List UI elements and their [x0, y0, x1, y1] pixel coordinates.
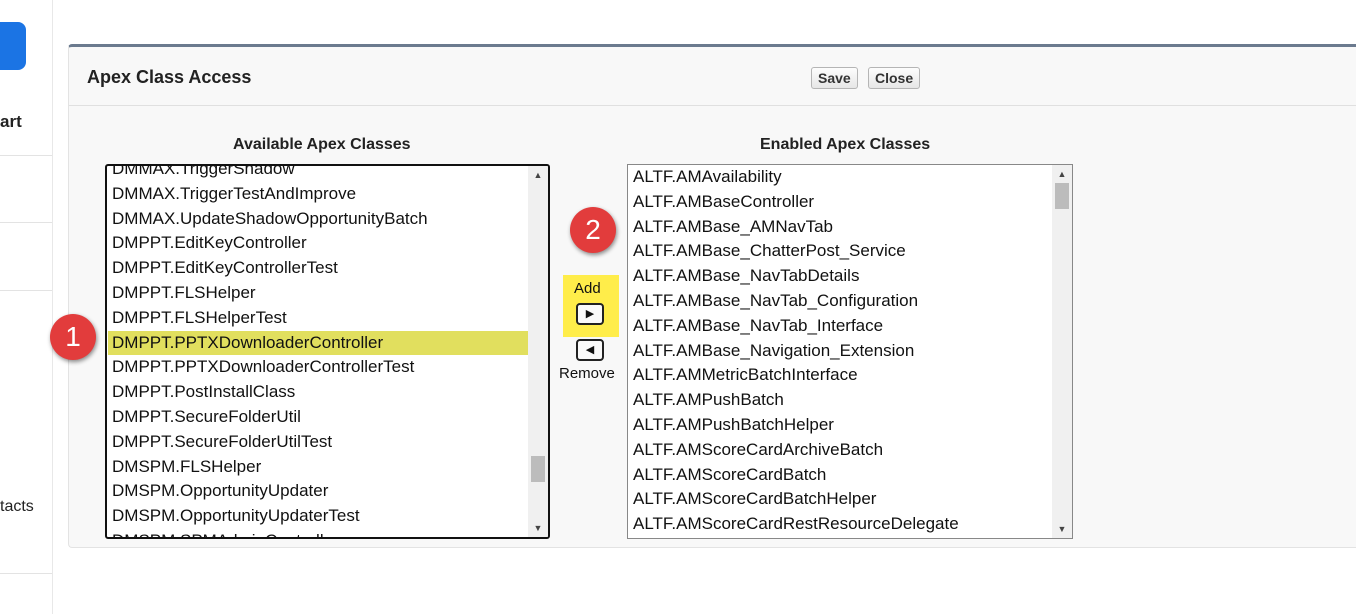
scroll-thumb[interactable] — [1055, 183, 1069, 209]
available-classes-listbox[interactable]: DMMAX.TriggerShadow DMMAX.TriggerTestAndI… — [105, 164, 550, 539]
list-option[interactable]: DMPPT.PPTXDownloaderController — [108, 330, 532, 356]
scroll-down-icon[interactable]: ▼ — [528, 519, 548, 537]
left-nav: art tacts — [0, 0, 53, 614]
remove-button[interactable]: ◀ — [576, 339, 604, 361]
available-classes-label: Available Apex Classes — [233, 136, 411, 153]
enabled-scrollbar[interactable]: ▲ ▼ — [1052, 165, 1072, 538]
list-option[interactable]: ALTF.AMBase_AMNavTab — [632, 215, 1050, 240]
step-callout-2: 2 — [570, 207, 616, 253]
list-option[interactable]: DMMAX.UpdateShadowOpportunityBatch — [111, 207, 526, 232]
remove-label: Remove — [559, 365, 615, 382]
triangle-left-icon: ◀ — [585, 344, 595, 356]
triangle-right-icon: ▶ — [585, 308, 595, 320]
panel-header: Apex Class Access Save Close — [69, 47, 1356, 106]
list-option[interactable]: DMSPM.SPMAdminController — [111, 529, 526, 537]
add-label: Add — [574, 280, 601, 297]
list-option[interactable]: DMPPT.PPTXDownloaderControllerTest — [111, 355, 526, 380]
close-button[interactable]: Close — [868, 67, 921, 89]
nav-divider — [0, 222, 52, 223]
save-button[interactable]: Save — [811, 67, 858, 89]
enabled-options: ALTF.AMAvailability ALTF.AMBaseController… — [632, 165, 1050, 537]
list-option[interactable]: ALTF.AMBase_NavTabDetails — [632, 264, 1050, 289]
add-button[interactable]: ▶ — [576, 303, 604, 325]
available-scrollbar[interactable]: ▲ ▼ — [528, 166, 548, 537]
list-option[interactable]: DMSPM.OpportunityUpdater — [111, 479, 526, 504]
list-option[interactable]: DMMAX.TriggerTestAndImprove — [111, 182, 526, 207]
list-option[interactable]: DMPPT.EditKeyController — [111, 231, 526, 256]
list-option[interactable]: DMPPT.EditKeyControllerTest — [111, 256, 526, 281]
list-option[interactable]: ALTF.AMBase_NavTab_Configuration — [632, 289, 1050, 314]
list-option[interactable]: DMPPT.SecureFolderUtilTest — [111, 430, 526, 455]
list-option[interactable]: ALTF.AMScoreCardRestResourceDelegate — [632, 512, 1050, 537]
list-option[interactable]: ALTF.AMScoreCardArchiveBatch — [632, 438, 1050, 463]
list-option[interactable]: ALTF.AMMetricBatchInterface — [632, 363, 1050, 388]
list-option[interactable]: ALTF.AMBase_NavTab_Interface — [632, 314, 1050, 339]
enabled-classes-listbox[interactable]: ALTF.AMAvailability ALTF.AMBaseController… — [627, 164, 1073, 539]
list-option[interactable]: ALTF.AMPushBatch — [632, 388, 1050, 413]
panel-title: Apex Class Access — [87, 67, 252, 87]
scroll-up-icon[interactable]: ▲ — [1052, 165, 1072, 183]
nav-divider — [0, 290, 52, 291]
nav-divider — [0, 155, 52, 156]
nav-item-partial-2[interactable]: tacts — [0, 498, 34, 516]
list-option[interactable]: DMPPT.FLSHelperTest — [111, 306, 526, 331]
list-option[interactable]: DMPPT.SecureFolderUtil — [111, 405, 526, 430]
step-callout-1: 1 — [50, 314, 96, 360]
list-option[interactable]: ALTF.AMAvailability — [632, 165, 1050, 190]
available-options: DMMAX.TriggerShadow DMMAX.TriggerTestAndI… — [108, 166, 532, 537]
list-option[interactable]: DMPPT.FLSHelper — [111, 281, 526, 306]
list-option[interactable]: DMSPM.FLSHelper — [111, 455, 526, 480]
nav-border — [52, 0, 53, 614]
list-option[interactable]: ALTF.AMScoreCardBatch — [632, 463, 1050, 488]
enabled-classes-label: Enabled Apex Classes — [760, 136, 931, 153]
list-option[interactable]: ALTF.AMScoreCardBatchHelper — [632, 487, 1050, 512]
list-option[interactable]: ALTF.AMBaseController — [632, 190, 1050, 215]
list-option[interactable]: ALTF.AMPushBatchHelper — [632, 413, 1050, 438]
nav-action-button[interactable] — [0, 22, 26, 70]
scroll-down-icon[interactable]: ▼ — [1052, 520, 1072, 538]
apex-class-access-panel: Apex Class Access Save Close Available A… — [68, 44, 1356, 548]
scroll-thumb[interactable] — [531, 455, 545, 482]
list-option[interactable]: DMPPT.PostInstallClass — [111, 380, 526, 405]
nav-divider — [0, 573, 52, 574]
list-option[interactable]: DMMAX.TriggerShadow — [111, 166, 526, 182]
list-option[interactable]: DMSPM.OpportunityUpdaterTest — [111, 504, 526, 529]
list-option[interactable]: ALTF.AMBase_Navigation_Extension — [632, 339, 1050, 364]
scroll-up-icon[interactable]: ▲ — [528, 166, 548, 184]
nav-item-partial-1[interactable]: art — [0, 112, 22, 132]
list-option[interactable]: ALTF.AMBase_ChatterPost_Service — [632, 239, 1050, 264]
